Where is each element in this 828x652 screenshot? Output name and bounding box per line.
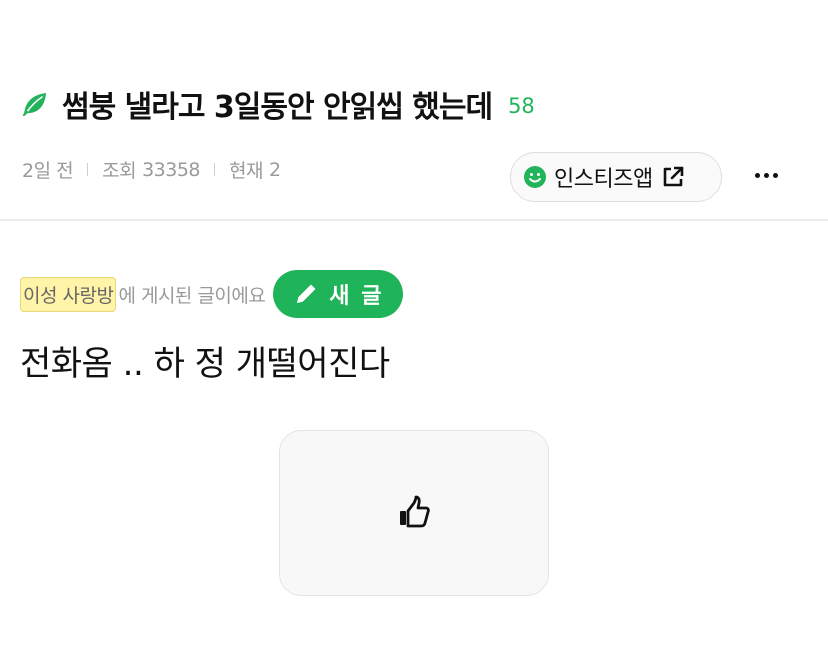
- views-label: 조회: [102, 160, 137, 182]
- meta-divider: [87, 163, 89, 176]
- post-meta: 2일 전 조회 33358 현재 2: [22, 156, 281, 183]
- views-count: 33358: [142, 158, 201, 181]
- external-link-icon: [661, 165, 685, 189]
- meta-divider: [214, 163, 216, 176]
- pencil-icon: [293, 281, 319, 307]
- current-viewers-count: 2: [268, 158, 281, 181]
- board-suffix: 에 게시된 글이에요: [118, 284, 266, 307]
- leaf-icon: [22, 91, 48, 117]
- new-post-label: 새 글: [329, 284, 384, 309]
- new-post-button[interactable]: 새 글: [273, 270, 404, 318]
- more-options-button[interactable]: [748, 160, 784, 190]
- open-app-button[interactable]: 인스티즈앱: [510, 152, 722, 202]
- comment-count[interactable]: 58: [508, 94, 535, 118]
- thumbs-up-icon: [394, 493, 434, 533]
- board-tag[interactable]: 이성 사랑방: [20, 276, 117, 312]
- open-app-label: 인스티즈앱: [554, 167, 653, 192]
- smile-icon: [523, 165, 547, 189]
- post-title: 썸붕 낼라고 3일동안 안읽씹 했는데: [62, 90, 493, 125]
- post-time: 2일 전: [22, 160, 74, 182]
- board-info-row: 이성 사랑방 에 게시된 글이에요 새 글: [20, 270, 404, 318]
- title-row: 썸붕 낼라고 3일동안 안읽씹 했는데 58: [22, 82, 535, 126]
- post-body: 전화옴 .. 하 정 개떨어진다: [20, 344, 390, 384]
- more-icon: [753, 172, 780, 178]
- post-header: 썸붕 낼라고 3일동안 안읽씹 했는데 58 2일 전 조회 33358 현재 …: [0, 0, 828, 221]
- like-button[interactable]: [279, 430, 549, 596]
- current-viewers-label: 현재: [229, 160, 263, 182]
